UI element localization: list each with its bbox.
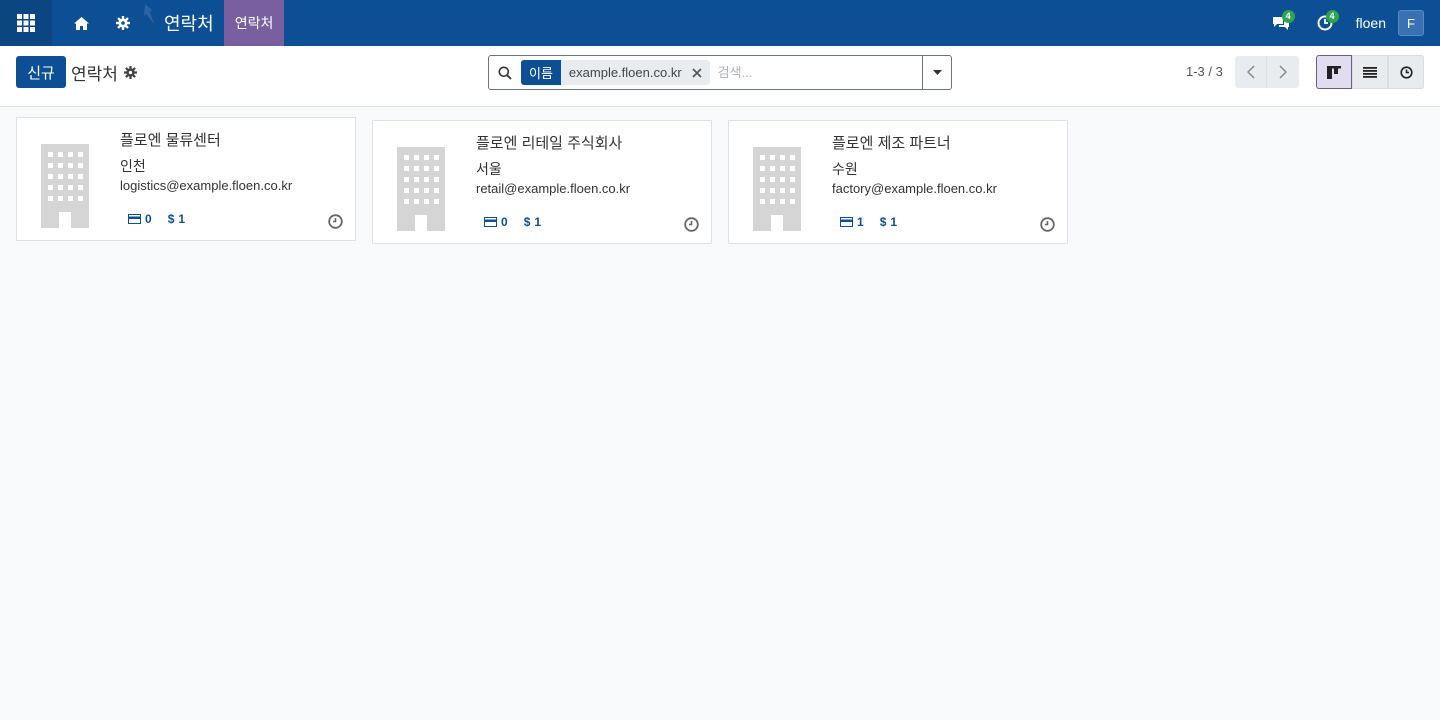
activity-clock-icon[interactable] [684,217,699,232]
sales-count-button[interactable]: $ 1 [524,215,541,229]
sales-count: 1 [178,212,186,226]
dollar-icon: $ [167,212,175,226]
avatar[interactable]: F [1398,10,1424,36]
pager-value[interactable]: 1-3 / 3 [1186,64,1223,79]
card-email: factory@example.floen.co.kr [832,181,997,196]
user-name[interactable]: floen [1356,15,1386,31]
messages-button[interactable]: 4 [1264,0,1298,46]
caret-down-icon [932,70,942,75]
search-options-toggle[interactable] [922,56,951,89]
credit-card-icon [128,214,141,224]
card-email: logistics@example.floen.co.kr [120,178,293,193]
top-navbar: 연락처 연락처 4 4 floen F [0,0,1440,46]
card-count: 0 [501,215,508,229]
company-building-icon [753,147,801,231]
app-menu-button[interactable] [0,0,52,46]
dollar-icon: $ [879,215,887,229]
pager-previous-button[interactable] [1235,56,1267,88]
list-icon [1363,66,1377,78]
avatar-initial: F [1407,15,1415,31]
credit-card-icon [484,217,497,227]
activity-clock-icon[interactable] [1040,217,1055,232]
search-input[interactable] [717,65,908,80]
view-switcher [1316,55,1424,89]
kanban-icon [1327,65,1341,79]
company-building-icon [397,147,445,231]
card-city: 서울 [476,161,502,177]
new-button-label: 신규 [27,64,55,82]
search-icon[interactable] [489,66,521,80]
sales-count: 1 [534,215,542,229]
activities-badge: 4 [1325,10,1339,23]
card-name: 플로엔 제조 파트너 [832,135,951,152]
card-stats: 0 $ 1 [484,215,541,229]
activity-clock-icon[interactable] [328,214,343,229]
gear-icon [116,16,130,30]
dollar-icon: $ [523,215,531,229]
search-facet: 이름 example.floen.co.kr [521,60,710,85]
credit-card-icon [840,217,853,227]
contact-card[interactable]: 플로엔 제조 파트너 수원 factory@example.floen.co.k… [728,120,1068,244]
card-count: 0 [145,212,152,226]
list-view-button[interactable] [1352,55,1388,89]
pin-icon [144,4,154,24]
chevron-right-icon [1279,65,1287,79]
home-icon [73,16,89,30]
home-button[interactable] [60,0,102,46]
card-name: 플로엔 물류센터 [120,132,221,149]
grid-icon [17,14,35,32]
sales-count-button[interactable]: $ 1 [880,215,897,229]
chevron-left-icon [1246,65,1255,79]
new-button[interactable]: 신규 [16,56,66,88]
sales-count-button[interactable]: $ 1 [168,212,185,226]
page-title: 연락처 [71,65,118,84]
card-count-button[interactable]: 1 [840,215,864,229]
app-brand[interactable]: 연락처 [144,0,214,46]
contact-card[interactable]: 플로엔 물류센터 인천 logistics@example.floen.co.k… [16,117,356,241]
sales-count: 1 [890,215,898,229]
menu-item-contacts[interactable]: 연락처 [223,0,285,46]
card-city: 인천 [120,158,146,174]
control-panel: 신규 연락처 이름 example.floen.co.kr 검색... 1-3 … [0,46,1440,107]
pager-next-button[interactable] [1267,56,1299,88]
card-count: 1 [857,215,864,229]
card-city: 수원 [832,161,858,177]
card-name: 플로엔 리테일 주식회사 [476,135,623,152]
card-stats: 0 $ 1 [128,212,185,226]
gear-icon[interactable] [123,66,137,79]
breadcrumb: 연락처 [71,60,137,85]
app-brand-label: 연락처 [164,14,214,34]
settings-button[interactable] [102,0,144,46]
facet-label: 이름 [521,60,561,85]
pager [1235,56,1299,88]
menu-item-label: 연락처 [234,15,274,31]
search-bar: 이름 example.floen.co.kr [488,55,952,90]
card-count-button[interactable]: 0 [128,212,152,226]
close-icon[interactable] [690,67,710,78]
card-stats: 1 $ 1 [840,215,897,229]
card-count-button[interactable]: 0 [484,215,508,229]
company-building-icon [41,144,89,228]
card-email: retail@example.floen.co.kr [476,181,631,196]
systray: 4 4 floen F [1254,0,1440,46]
messages-badge: 4 [1281,10,1295,23]
kanban-view-button[interactable] [1316,55,1352,89]
clock-icon [1399,65,1413,79]
contact-card[interactable]: 플로엔 리테일 주식회사 서울 retail@example.floen.co.… [372,120,712,244]
activities-button[interactable]: 4 [1308,0,1342,46]
facet-value: example.floen.co.kr [568,65,682,80]
activity-view-button[interactable] [1388,55,1424,89]
